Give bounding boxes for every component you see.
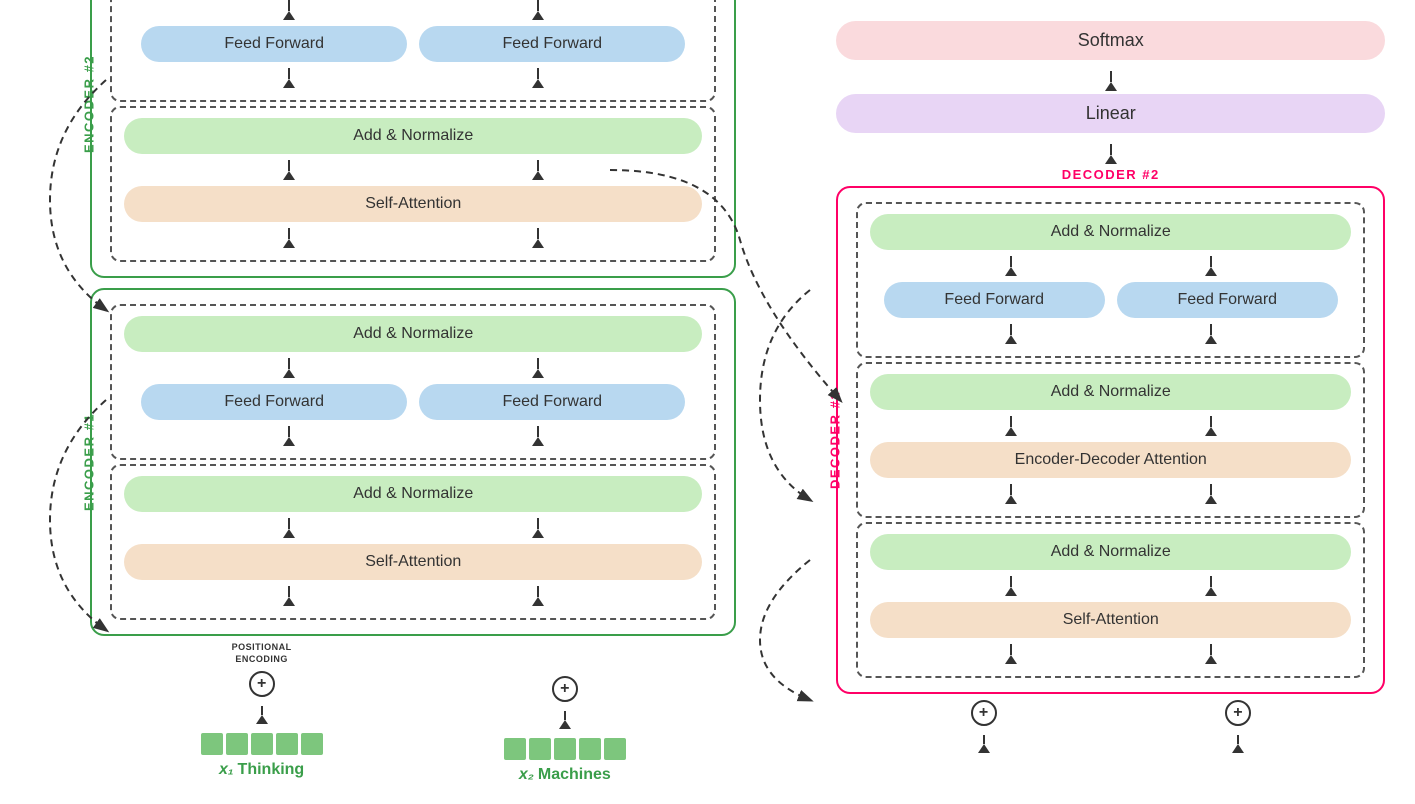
block4 <box>276 733 298 755</box>
arrow-up <box>283 0 295 20</box>
decoder1-addnorm1: Add & Normalize <box>870 534 1351 570</box>
encoder1-ff2: Feed Forward <box>419 384 685 420</box>
encoder2-label: ENCODER #2 <box>82 55 97 153</box>
arrow-up <box>283 518 295 538</box>
x1-var: x₁ <box>219 761 234 779</box>
input-blocks-x1 <box>201 733 323 755</box>
linear-pill: Linear <box>836 94 1385 133</box>
block2 <box>226 733 248 755</box>
arrow-up <box>283 586 295 606</box>
encoder1-label: ENCODER #1 <box>82 413 97 511</box>
plus-circle-x2: + <box>552 676 578 702</box>
plus-circle-d1: + <box>971 700 997 726</box>
encoder2-dashed-bottom: Add & Normalize Self-Attention <box>110 106 716 262</box>
block5 <box>301 733 323 755</box>
arrow-up <box>283 426 295 446</box>
arrow-up <box>1205 484 1217 504</box>
arrow-up <box>532 160 544 180</box>
encoder1-addnorm2: Add & Normalize <box>124 316 702 352</box>
plus-circle-d2: + <box>1225 700 1251 726</box>
arrow-up-linear <box>1105 144 1117 164</box>
arrow-up <box>532 518 544 538</box>
encoder2-ff2: Feed Forward <box>419 26 685 62</box>
arrow-up <box>1005 416 1017 436</box>
block5 <box>604 738 626 760</box>
encoder1-box: ENCODER #1 Add & Normalize Feed Forward … <box>90 288 736 636</box>
arrow-up-x2 <box>559 711 571 729</box>
encoder2-ff1: Feed Forward <box>141 26 407 62</box>
arrow-up <box>1205 576 1217 596</box>
encoder2-selfattn: Self-Attention <box>124 186 702 222</box>
encoder1-addnorm1: Add & Normalize <box>124 476 702 512</box>
block1 <box>201 733 223 755</box>
input-x2-col: + x₂ Machines <box>504 642 626 784</box>
block3 <box>251 733 273 755</box>
softmax-pill: Softmax <box>836 21 1385 60</box>
decoder1-dashed-bottom: Add & Normalize Self-Attention <box>856 522 1365 678</box>
decoder1-label: DECODER #1 <box>828 391 843 489</box>
decoder1-dashed-mid: Add & Normalize Encoder-Decoder Attentio… <box>856 362 1365 518</box>
block1 <box>504 738 526 760</box>
block4 <box>579 738 601 760</box>
arrow-up-softmax <box>1105 71 1117 91</box>
x2-label: Machines <box>538 766 611 784</box>
arrow-up <box>532 586 544 606</box>
arrow-up <box>532 228 544 248</box>
decoder1-addnorm2: Add & Normalize <box>870 374 1351 410</box>
block2 <box>529 738 551 760</box>
encoder-panel: ENCODER #2 Add & Normalize Feed Forward … <box>30 0 736 784</box>
input-blocks-x2 <box>504 738 626 760</box>
arrow-up <box>1005 484 1017 504</box>
arrow-up <box>283 358 295 378</box>
arrow-up <box>532 358 544 378</box>
arrow-up <box>1005 576 1017 596</box>
arrow-up <box>1005 644 1017 664</box>
arrow-up <box>1205 644 1217 664</box>
decoder1-addnorm3: Add & Normalize <box>870 214 1351 250</box>
block3 <box>554 738 576 760</box>
encoder1-selfattn: Self-Attention <box>124 544 702 580</box>
decoder1-selfattn: Self-Attention <box>870 602 1351 638</box>
encoder2-dashed-top: Add & Normalize Feed Forward Feed Forwar… <box>110 0 716 102</box>
arrow-up <box>1005 324 1017 344</box>
decoder2-label: DECODER #2 <box>836 167 1385 182</box>
decoder1-ff2: Feed Forward <box>1117 282 1338 318</box>
decoder1-ff1: Feed Forward <box>884 282 1105 318</box>
arrow-up <box>1205 416 1217 436</box>
encoder2-box: ENCODER #2 Add & Normalize Feed Forward … <box>90 0 736 278</box>
arrow-up <box>283 68 295 88</box>
decoder1-dashed-top: Add & Normalize Feed Forward Feed Forwar… <box>856 202 1365 358</box>
decoder-input-left: + <box>971 700 997 784</box>
arrow-up <box>532 0 544 20</box>
arrow-up <box>1005 256 1017 276</box>
encoder1-ff-row: Feed Forward Feed Forward <box>124 384 702 420</box>
input-x1-col: POSITIONALENCODING + x₁ Thinking <box>201 642 323 784</box>
plus-circle-x1: + <box>249 671 275 697</box>
arrow-up <box>283 228 295 248</box>
pos-enc-label: POSITIONALENCODING <box>232 642 292 665</box>
decoder-panel: Softmax Linear DECODER #2 DECODER #1 Add… <box>776 21 1385 784</box>
encoder1-dashed-top: Add & Normalize Feed Forward Feed Forwar… <box>110 304 716 460</box>
encoder1-dashed-bottom: Add & Normalize Self-Attention <box>110 464 716 620</box>
encoder1-ff1: Feed Forward <box>141 384 407 420</box>
decoder-input-right: + <box>1225 700 1251 784</box>
arrow-up-d1 <box>978 735 990 753</box>
x2-var: x₂ <box>519 766 534 784</box>
decoder1-encdecattn: Encoder-Decoder Attention <box>870 442 1351 478</box>
encoder2-addnorm1: Add & Normalize <box>124 118 702 154</box>
arrow-up <box>532 68 544 88</box>
decoder1-ff-row: Feed Forward Feed Forward <box>870 282 1351 318</box>
arrow-up-x1 <box>256 706 268 724</box>
arrow-up <box>1205 256 1217 276</box>
decoder1-box: DECODER #1 Add & Normalize Feed Forward … <box>836 186 1385 694</box>
x1-label: Thinking <box>238 761 305 779</box>
arrow-up <box>532 426 544 446</box>
arrow-up <box>283 160 295 180</box>
arrow-up <box>1205 324 1217 344</box>
arrow-up-d2 <box>1232 735 1244 753</box>
encoder2-ff-row: Feed Forward Feed Forward <box>124 26 702 62</box>
